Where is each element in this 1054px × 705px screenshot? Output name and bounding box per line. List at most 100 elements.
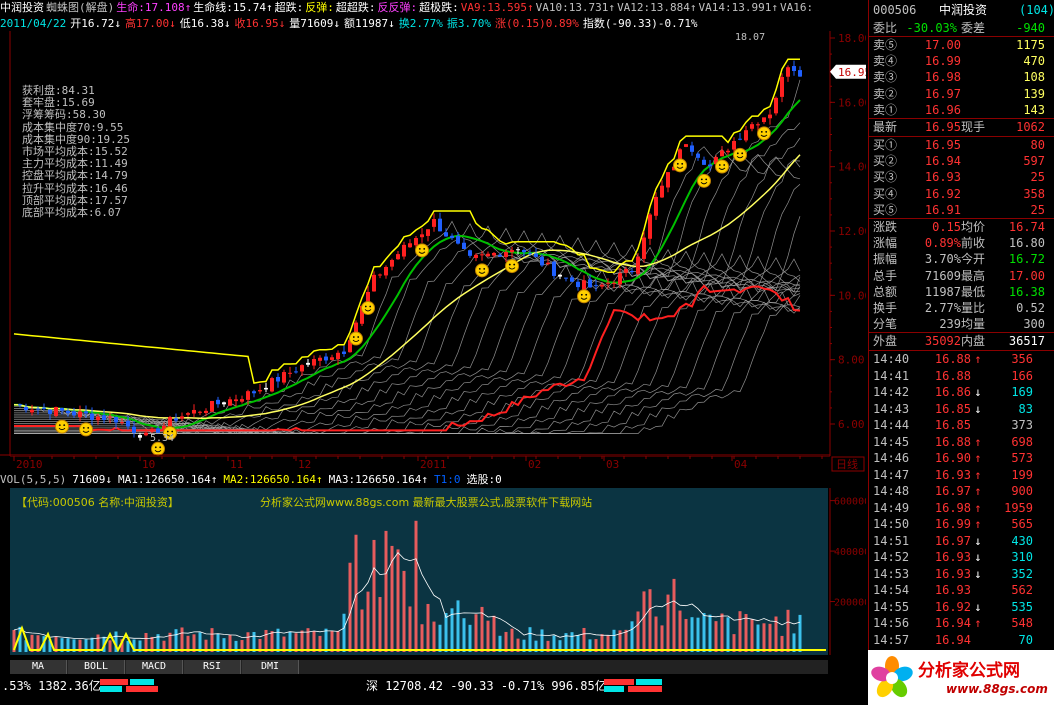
tick-row: 14:41 16.88 166: [869, 368, 1054, 385]
tab-ma[interactable]: MA: [10, 660, 67, 674]
candle: [270, 376, 274, 393]
header-item: VA9:13.595↑: [460, 1, 534, 14]
sell-price: 16.98: [924, 70, 961, 85]
quote-item: 开16.72↓: [70, 17, 121, 30]
stock-code: 000506: [873, 3, 917, 17]
tick-direction-icon: ↓: [974, 566, 982, 581]
volume-bar: [690, 617, 694, 652]
header-item: VA10:13.731↑: [535, 1, 616, 14]
stat-row: 换手 2.77% 量比 0.52: [869, 300, 1054, 316]
buy-level-label: 买①: [873, 138, 898, 152]
tab-dmi[interactable]: DMI: [242, 660, 299, 674]
quote-item: 换2.77%: [398, 17, 443, 30]
buy-price: 16.94: [924, 154, 961, 169]
smiley-icon: [697, 173, 711, 188]
period-toggle-button[interactable]: 日线: [831, 456, 865, 472]
header-item: 超跌:: [274, 1, 304, 14]
stat-value: 11987: [924, 284, 961, 299]
tick-row: 14:46 16.90 ↑ 573: [869, 450, 1054, 467]
volume-bar: [624, 629, 628, 652]
volume-bar: [300, 630, 304, 652]
chart-quote-line: 2011/04/22 开16.72↓ 高17.00↓ 低16.38↓ 收16.95↓ 量7…: [0, 16, 866, 31]
buy-level-row: 买① 16.95 80: [869, 137, 1054, 153]
volume-bar: [210, 628, 214, 652]
tick-volume: 83: [1018, 401, 1033, 416]
tick-price: 16.93: [934, 467, 971, 482]
sell-level-label: 卖③: [873, 70, 898, 85]
last-price: 16.95: [924, 120, 961, 134]
smiley-icon: [715, 159, 729, 174]
cost-distribution-info: 获利盘:84.31 套牢盘:15.69 浮筹筹码:58.30 成本集中度70:9.55…: [22, 84, 130, 219]
volume-bar: [708, 614, 712, 652]
header-item: 超超跌:: [335, 1, 376, 14]
volume-bar: [432, 621, 436, 652]
tick-row: 14:42 16.86 ↓ 169: [869, 384, 1054, 401]
quote-item: 涨(0.15)0.89%: [494, 17, 579, 30]
sell-level-label: 卖④: [873, 54, 898, 69]
volume-bar: [726, 617, 730, 652]
tick-direction-icon: ↑: [974, 434, 982, 449]
sell-level-row: 卖⑤ 17.00 1175: [869, 37, 1054, 53]
tick-time: 14:42: [873, 385, 910, 400]
buy-volume: 25: [1030, 202, 1045, 217]
tick-volume: 573: [1011, 451, 1033, 466]
tick-price: 16.99: [934, 517, 971, 532]
tick-direction-icon: ↑: [974, 517, 982, 532]
sell-price: 16.96: [924, 102, 961, 117]
volume-bar: [738, 611, 742, 652]
volume-bar: [528, 627, 532, 652]
tick-row: 14:48 16.97 ↑ 900: [869, 483, 1054, 500]
buy-price: 16.92: [924, 186, 961, 201]
current-price-marker: 16.95: [830, 64, 866, 79]
price-tick-label: 8.00: [838, 354, 865, 367]
volume-bar: [648, 589, 652, 652]
cost-info-line: 成本集中度70:9.55: [22, 120, 124, 134]
header-item: VA16:: [780, 1, 814, 14]
volume-bar: [510, 628, 514, 652]
tab-rsi[interactable]: RSI: [184, 660, 241, 674]
current-price-label: 16.95: [838, 66, 866, 79]
candle: [774, 96, 778, 116]
buy-price: 16.95: [924, 138, 961, 152]
tick-row: 14:51 16.97 ↓ 430: [869, 533, 1054, 550]
status-bar-left-graph: [100, 679, 160, 693]
buy-level-row: 买② 16.94 597: [869, 153, 1054, 169]
smiley-icon: [79, 422, 93, 437]
tick-volume: 199: [1011, 467, 1033, 482]
cost-info-line: 控盘平均成本:14.79: [22, 169, 128, 183]
tick-row: 14:47 16.93 ↑ 199: [869, 467, 1054, 484]
smiley-icon: [475, 263, 489, 278]
volume-bar: [348, 562, 352, 652]
tick-row: 14:57 16.94 70: [869, 632, 1054, 649]
volume-bar: [762, 623, 766, 652]
volume-chart[interactable]: 600000 400000 200000 【代码:000506 名称:中润投资】 分析家…: [0, 488, 866, 655]
volume-bar: [378, 597, 382, 652]
tick-price: 16.88: [934, 368, 971, 383]
tick-price: 16.97: [934, 533, 971, 548]
tab-macd[interactable]: MACD: [126, 660, 183, 674]
price-tick-label: 14.00: [838, 161, 866, 174]
tick-price: 16.85: [934, 401, 971, 416]
date-tick-label: 04: [734, 458, 748, 471]
inner-value: 36517: [1008, 334, 1045, 349]
tick-price: 16.92: [934, 599, 971, 614]
stat-label: 总额: [873, 284, 898, 299]
chart-header: 中润投资 蜘蛛图(解盘) 生命:17.108↑ 生命线:15.74↑ 超跌: 反弹: 超超跌…: [0, 0, 866, 16]
tick-volume: 430: [1011, 533, 1033, 548]
period-high-label: 18.07: [735, 32, 765, 43]
volume-bar: [474, 614, 478, 652]
volume-bar: [696, 617, 700, 652]
header-item: VA14:13.991↑: [698, 1, 779, 14]
volume-bar: [702, 613, 706, 652]
sell-level-row: 卖④ 16.99 470: [869, 53, 1054, 69]
volume-bar: [756, 624, 760, 652]
volume-bar: [324, 628, 328, 652]
tick-price: 16.94: [934, 632, 971, 647]
quote-item: 低16.38↓: [179, 17, 231, 30]
header-item: 反弹:: [305, 1, 334, 14]
cost-info-line: 拉升平均成本:16.46: [22, 181, 128, 195]
sell-volume: 108: [1023, 70, 1045, 85]
buy-volume: 80: [1030, 138, 1045, 152]
tick-direction-icon: ↑: [974, 616, 982, 631]
tab-boll[interactable]: BOLL: [68, 660, 125, 674]
